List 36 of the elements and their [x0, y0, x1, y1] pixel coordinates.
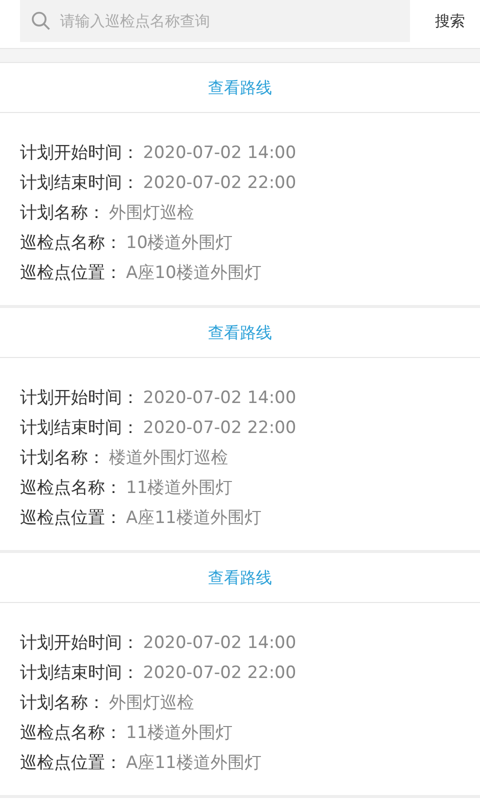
field-label: 计划开始时间： [20, 632, 139, 656]
field-value: 10楼道外围灯 [126, 232, 233, 256]
field-label: 计划结束时间： [20, 172, 139, 196]
field-label: 巡检点名称： [20, 232, 122, 256]
view-route-link[interactable]: 查看路线 [208, 76, 272, 100]
field-value: A座11楼道外围灯 [126, 752, 262, 776]
field-value: 2020-07-02 14:00 [143, 142, 296, 166]
field-value: 2020-07-02 22:00 [143, 172, 296, 196]
view-route-link[interactable]: 查看路线 [208, 320, 272, 344]
field-label: 计划结束时间： [20, 662, 139, 686]
field-value: 楼道外围灯巡检 [109, 447, 228, 470]
field-label: 巡检点名称： [20, 722, 122, 746]
field-value: 2020-07-02 22:00 [143, 417, 296, 440]
view-route-link[interactable]: 查看路线 [208, 566, 272, 590]
field-value: 2020-07-02 14:00 [143, 387, 296, 410]
field-value: 外围灯巡检 [109, 202, 194, 226]
field-label: 计划结束时间： [20, 417, 139, 440]
field-value: A座11楼道外围灯 [126, 507, 262, 530]
field-value: 2020-07-02 14:00 [143, 632, 296, 656]
field-label: 巡检点位置： [20, 752, 122, 776]
search-icon [30, 10, 52, 32]
field-label: 计划名称： [20, 447, 105, 470]
field-value: 2020-07-02 22:00 [143, 662, 296, 686]
field-label: 计划名称： [20, 202, 105, 226]
field-value: 11楼道外围灯 [126, 477, 233, 500]
field-label: 巡检点位置： [20, 262, 122, 286]
field-value: 11楼道外围灯 [126, 722, 233, 746]
search-button[interactable]: 搜索 [420, 0, 480, 42]
field-label: 计划开始时间： [20, 142, 139, 166]
field-label: 计划开始时间： [20, 387, 139, 410]
search-field[interactable]: 请输入巡检点名称查询 [20, 0, 410, 42]
field-label: 巡检点名称： [20, 477, 122, 500]
field-value: 外围灯巡检 [109, 692, 194, 716]
field-label: 巡检点位置： [20, 507, 122, 530]
field-label: 计划名称： [20, 692, 105, 716]
field-value: A座10楼道外围灯 [126, 262, 262, 286]
